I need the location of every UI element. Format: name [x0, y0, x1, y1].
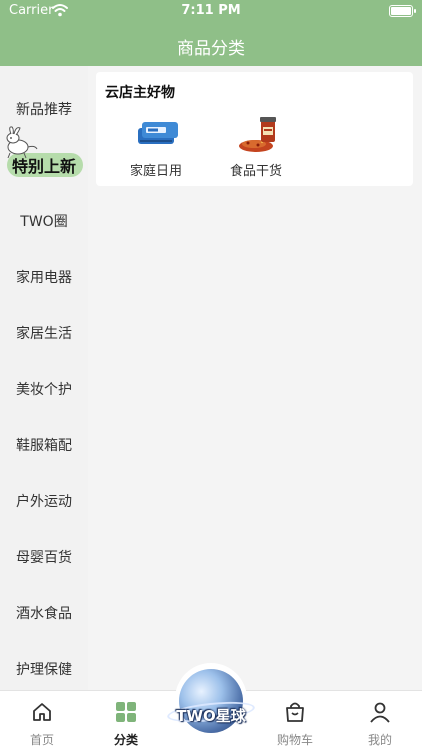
sidebar-item-health-care[interactable]: 护理保健 [0, 641, 88, 697]
category-household[interactable]: 家庭日用 [116, 112, 196, 179]
tab-category[interactable]: 分类 [84, 691, 168, 750]
user-icon [370, 702, 390, 723]
category-name: 家庭日用 [129, 164, 182, 179]
category-section-card: 云店主好物 家庭日用 食品干货 [96, 72, 413, 186]
sidebar-item-label: 家用电器 [16, 270, 72, 286]
sidebar-item-label: 酒水食品 [16, 606, 72, 622]
grid-icon [116, 702, 136, 722]
sidebar-item-home-living[interactable]: 家居生活 [0, 305, 88, 361]
navigation-bar: 商品分类 [0, 22, 422, 66]
sidebar-item-label: TWO圈 [20, 214, 68, 230]
tab-label: 首页 [29, 733, 54, 747]
clock: 7:11 PM [181, 3, 241, 18]
category-sidebar: 新品推荐 特别上新 TWO圈 家用电器 家居生活 美妆个护 鞋服箱配 户外运动 … [0, 66, 88, 690]
battery-icon [389, 5, 416, 17]
sidebar-item-label: 美妆个护 [16, 382, 72, 398]
tab-label: 购物车 [276, 733, 313, 747]
sidebar-item-label: 鞋服箱配 [16, 438, 72, 454]
category-name: 食品干货 [229, 164, 282, 179]
sidebar-item-label: 新品推荐 [16, 102, 72, 118]
sidebar-item-appliances[interactable]: 家用电器 [0, 249, 88, 305]
status-bar: Carrier 7:11 PM [0, 0, 422, 22]
sidebar-item-special-new[interactable]: 特别上新 [0, 126, 88, 193]
category-dry-food[interactable]: 食品干货 [216, 112, 296, 179]
planet-label: TWO星球 [176, 707, 246, 725]
tab-label: 分类 [113, 733, 138, 747]
chili-sauce-icon [239, 117, 276, 152]
sidebar-item-label: 家居生活 [16, 326, 72, 342]
home-icon [33, 703, 51, 721]
sidebar-item-outdoor[interactable]: 户外运动 [0, 473, 88, 529]
tab-label: 我的 [367, 733, 392, 747]
section-title: 云店主好物 [105, 85, 175, 101]
shopping-bag-icon [286, 702, 304, 722]
sidebar-item-baby[interactable]: 母婴百货 [0, 529, 88, 585]
tab-profile[interactable]: 我的 [338, 691, 422, 750]
sidebar-item-label: 母婴百货 [16, 550, 72, 566]
sidebar-item-two-circle[interactable]: TWO圈 [0, 193, 88, 249]
sidebar-item-beauty[interactable]: 美妆个护 [0, 361, 88, 417]
sidebar-item-drinks-food[interactable]: 酒水食品 [0, 585, 88, 641]
sidebar-item-label: 户外运动 [16, 494, 72, 510]
page-title: 商品分类 [177, 39, 245, 59]
sidebar-item-label: 护理保健 [16, 662, 72, 678]
sidebar-item-apparel[interactable]: 鞋服箱配 [0, 417, 88, 473]
sidebar-item-label: 特别上新 [11, 157, 76, 176]
tab-home[interactable]: 首页 [0, 691, 84, 750]
tab-cart[interactable]: 购物车 [253, 691, 337, 750]
tissue-pack-icon [138, 122, 178, 144]
two-planet-button[interactable]: TWO星球 [166, 663, 256, 735]
